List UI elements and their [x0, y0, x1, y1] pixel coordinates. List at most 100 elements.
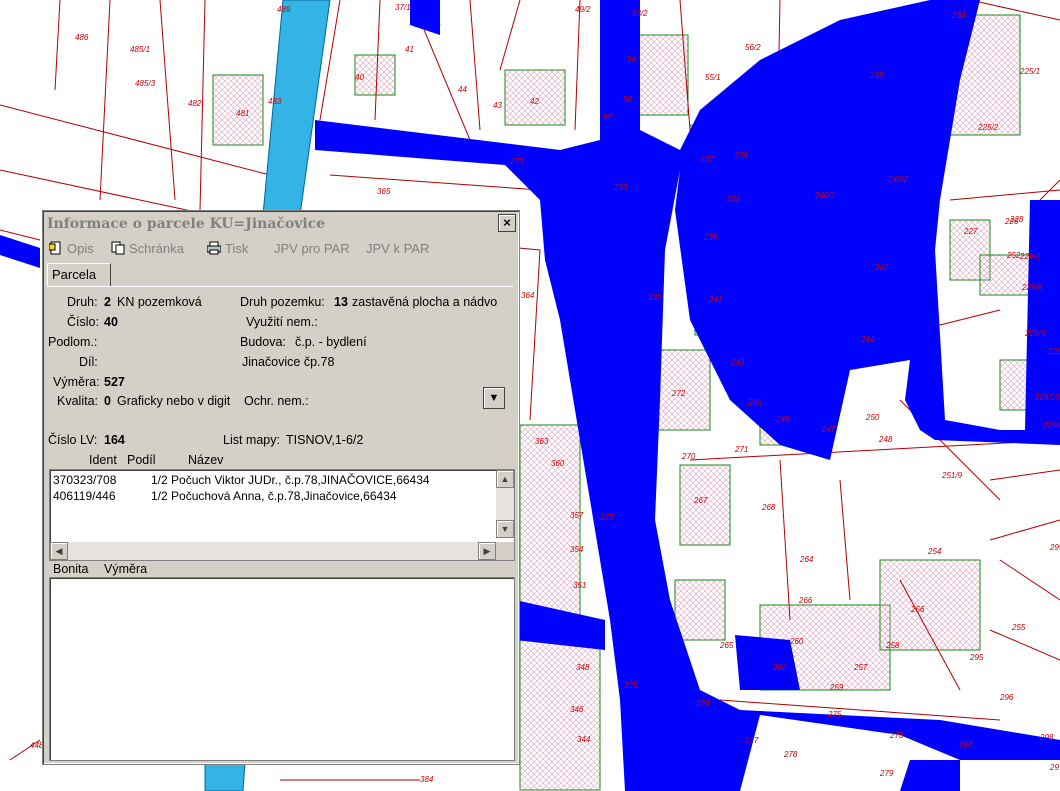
parcel-label: 373	[600, 513, 614, 522]
parcel-label: 267	[693, 496, 708, 505]
parcel-label: 273	[509, 157, 524, 166]
clipboard-icon	[111, 241, 125, 255]
parcel-label: 49/2	[575, 5, 591, 14]
tab-parcela[interactable]: Parcela	[47, 263, 111, 286]
col-nazev[interactable]: Název	[188, 453, 223, 467]
owner-text: 1/2 Počuchová Anna, č.p.78,Jinačovice,66…	[151, 489, 397, 503]
bonita-list[interactable]	[49, 577, 515, 761]
parcel-label: 44	[458, 85, 467, 94]
budova-address: Jinačovice čp.78	[242, 355, 335, 369]
parcel-label: 234	[951, 11, 966, 20]
vertical-scrollbar[interactable]: ▲ ▼	[496, 470, 514, 538]
scroll-down-icon[interactable]: ▼	[496, 520, 514, 538]
parcel-label: 348	[576, 663, 590, 672]
scroll-right-icon[interactable]: ▶	[478, 542, 496, 560]
schranka-label: Schránka	[129, 241, 184, 256]
parcel-label: 229/8	[1021, 283, 1043, 292]
opis-button[interactable]: Opis	[49, 239, 94, 259]
printer-icon	[207, 241, 221, 255]
parcel-label: 258	[885, 641, 900, 650]
parcel-label: 482	[188, 99, 202, 108]
list-item[interactable]: 406119/446 1/2 Počuchová Anna, č.p.78,Jin…	[53, 489, 397, 503]
parcel-label: 243	[730, 358, 745, 367]
parcel-label: 489	[277, 5, 291, 14]
scroll-corner	[496, 542, 514, 560]
owners-list[interactable]: 370323/708 1/2 Počuch Viktor JUDr., č.p.7…	[49, 469, 515, 561]
parcel-label: 346	[570, 705, 584, 714]
scroll-up-icon[interactable]: ▲	[496, 470, 514, 488]
owner-text: 1/2 Počuch Viktor JUDr., č.p.78,JINAČOVI…	[151, 473, 430, 487]
scroll-left-icon[interactable]: ◀	[50, 542, 68, 560]
dil-label: Díl:	[79, 355, 98, 369]
parcel-label: 298	[1039, 733, 1054, 742]
parcel-label: 229/10	[1034, 393, 1060, 402]
parcel-label: 233	[613, 183, 628, 192]
chevron-down-icon: ▼	[488, 392, 500, 404]
parcel-label: 278	[783, 750, 798, 759]
parcel-label: 325	[624, 681, 638, 690]
parcel-label: 252	[1006, 251, 1021, 260]
parcel-label: 354	[570, 545, 584, 554]
col-ident[interactable]: Ident	[89, 453, 117, 467]
parcel-label: 229/4	[1047, 347, 1060, 356]
col-bonita[interactable]: Bonita	[53, 562, 88, 576]
parcel-label: 55/1	[705, 73, 721, 82]
parcel-label: 232	[647, 293, 662, 302]
horizontal-scrollbar[interactable]: ◀ ▶	[50, 542, 496, 560]
parcel-label: 248	[878, 435, 893, 444]
parcel-label: 53/2	[632, 9, 648, 18]
ochr-label: Ochr. nem.:	[244, 394, 309, 408]
jpv-pro-par-button[interactable]: JPV pro PAR	[274, 239, 350, 259]
col-podil[interactable]: Podíl	[127, 453, 156, 467]
toolbar: Opis Schránka Tisk JPV pro PAR JPV k PAR	[45, 239, 517, 259]
parcel-label: 238	[726, 195, 741, 204]
parcel-label: 37/1	[395, 3, 411, 12]
parcel-label: 364	[521, 291, 535, 300]
parcel-label: 262	[772, 663, 787, 672]
vymera-value: 527	[104, 375, 125, 389]
opis-label: Opis	[67, 241, 94, 256]
col-vymera[interactable]: Výměra	[104, 562, 147, 576]
parcel-label: 266	[798, 596, 813, 605]
parcel-label: 246	[747, 398, 762, 407]
parcel-label: 236	[734, 151, 749, 160]
parcel-label: 351	[573, 581, 586, 590]
parcel-label: 264	[799, 555, 814, 564]
parcel-label: 357	[570, 511, 584, 520]
jpv-k-par-button[interactable]: JPV k PAR	[366, 239, 429, 259]
kvalita-value: 0	[104, 394, 111, 408]
parcel-label: 365	[377, 187, 391, 196]
parcel-label: 268	[761, 503, 776, 512]
parcel-label: 244	[860, 335, 875, 344]
parcel-info-dialog: Informace o parcele KU=Jinačovice × Opis…	[42, 210, 520, 765]
close-button[interactable]: ×	[498, 214, 516, 232]
parcel-label: 54	[627, 55, 636, 64]
parcel-label: 254	[927, 547, 942, 556]
druh-label: Druh:	[67, 295, 98, 309]
kvalita-label: Kvalita:	[57, 394, 98, 408]
dropdown-button[interactable]: ▼	[483, 387, 505, 409]
tisk-button[interactable]: Tisk	[207, 239, 248, 259]
parcel-label: 256	[910, 605, 925, 614]
parcel-label: 272	[671, 389, 686, 398]
owner-ident: 406119/446	[53, 489, 116, 503]
parcel-label: 485/1	[130, 45, 150, 54]
vyuziti-label: Využití nem.:	[246, 315, 318, 329]
parcel-label: 481	[236, 109, 249, 118]
parcel-label: 57	[603, 113, 612, 122]
parcel-label: 259	[829, 683, 844, 692]
parcel-label: 265	[719, 641, 734, 650]
parcel-label: 483	[268, 97, 282, 106]
list-item[interactable]: 370323/708 1/2 Počuch Viktor JUDr., č.p.7…	[53, 473, 430, 487]
schranka-button[interactable]: Schránka	[111, 239, 184, 259]
cislo-value: 40	[104, 315, 118, 329]
parcel-label: 260	[789, 637, 804, 646]
parcel-label: 277	[744, 736, 759, 745]
parcel-label: 295	[969, 653, 984, 662]
parcel-label: 42	[530, 97, 539, 106]
dialog-title[interactable]: Informace o parcele KU=Jinačovice	[45, 213, 517, 235]
parcel-label: 229/5	[1042, 421, 1060, 430]
druh-pozemku-label: Druh pozemku:	[240, 295, 325, 309]
parcel-label: 240/2	[887, 175, 909, 184]
parcel-label: 299	[1049, 543, 1060, 552]
